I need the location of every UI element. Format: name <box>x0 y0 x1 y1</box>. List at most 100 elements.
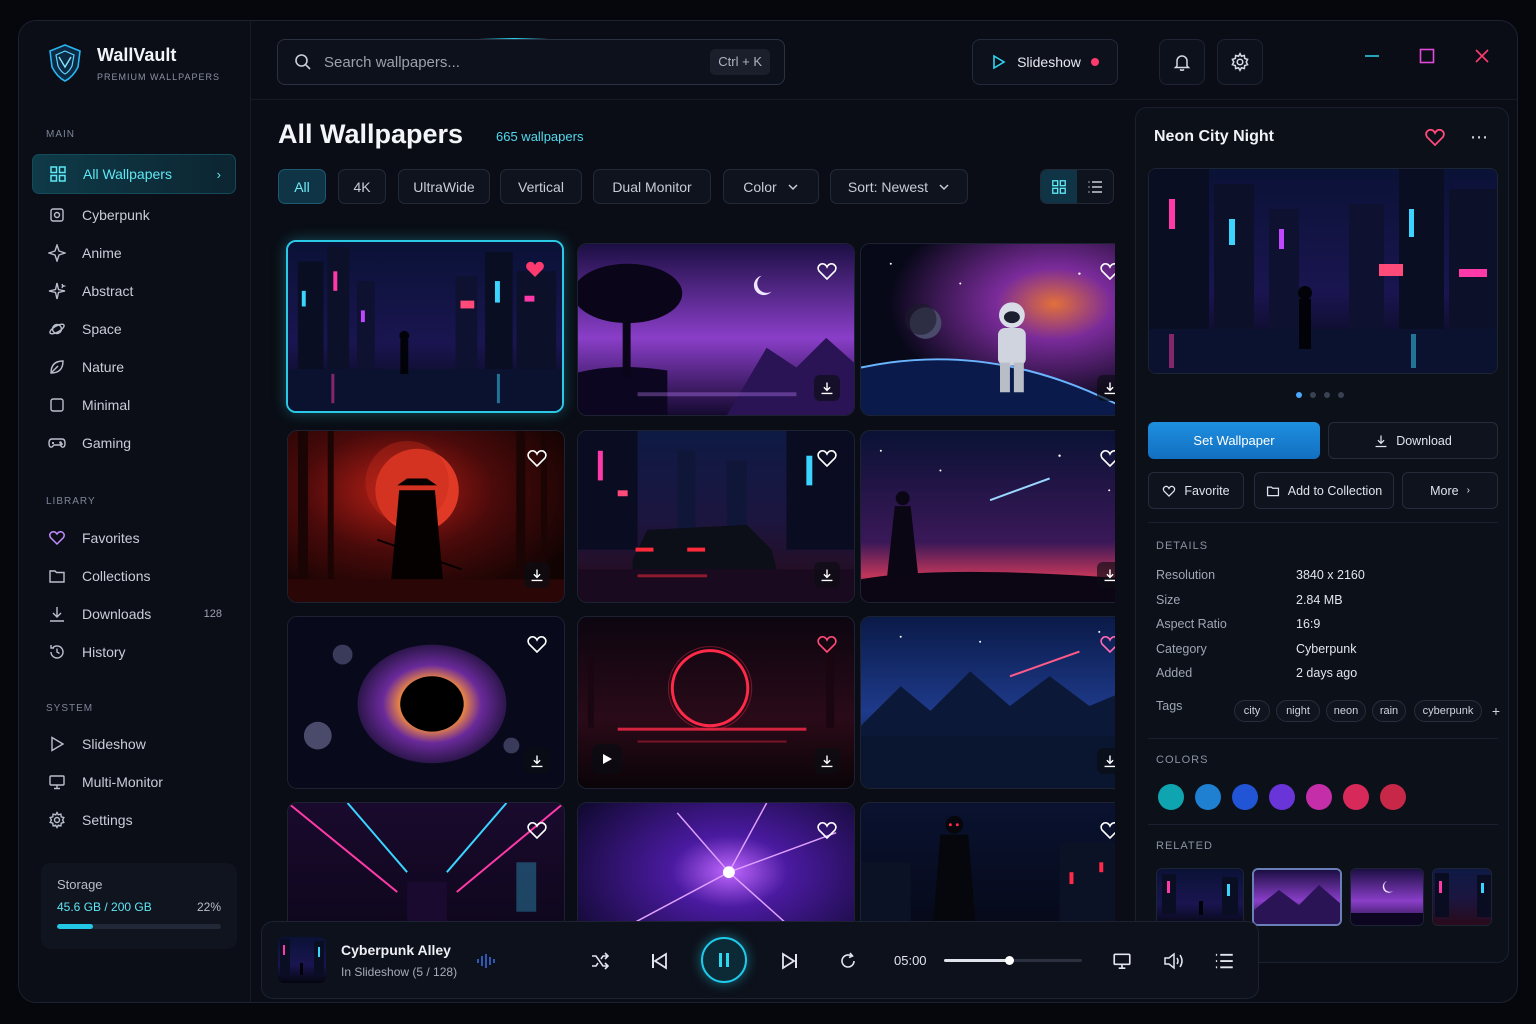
color-dropdown[interactable]: Color <box>723 169 819 204</box>
repeat-button[interactable] <box>833 946 863 976</box>
favorite-heart-icon[interactable] <box>1099 260 1115 282</box>
download-button[interactable] <box>1097 748 1115 774</box>
tag-chip[interactable]: rain <box>1372 700 1406 722</box>
notifications-button[interactable] <box>1159 39 1205 85</box>
favorite-heart-icon[interactable] <box>524 258 546 280</box>
color-swatch[interactable] <box>1158 784 1184 810</box>
wallpaper-card[interactable] <box>287 616 565 789</box>
sidebar-item-settings[interactable]: Settings <box>32 800 236 840</box>
sidebar-item-nature[interactable]: Nature <box>32 347 236 387</box>
color-swatch[interactable] <box>1343 784 1369 810</box>
favorite-button[interactable]: Favorite <box>1148 472 1244 509</box>
maximize-button[interactable] <box>1412 41 1442 71</box>
favorite-heart-icon[interactable] <box>816 260 838 282</box>
sidebar-item-minimal[interactable]: Minimal <box>32 385 236 425</box>
sidebar-item-all-wallpapers[interactable]: All Wallpapers › <box>32 154 236 194</box>
wallpaper-card[interactable] <box>287 430 565 603</box>
download-button[interactable] <box>814 748 840 774</box>
wallpaper-card[interactable] <box>860 616 1115 789</box>
favorite-heart-icon[interactable] <box>526 633 548 655</box>
grid-view-button[interactable] <box>1041 170 1077 203</box>
carousel-dot[interactable] <box>1338 392 1344 398</box>
tag-chip[interactable]: night <box>1276 700 1320 722</box>
wallpaper-card[interactable] <box>860 243 1115 416</box>
download-button[interactable] <box>524 748 550 774</box>
wallpaper-card[interactable] <box>860 802 1115 923</box>
sidebar-item-abstract[interactable]: Abstract <box>32 271 236 311</box>
pause-button[interactable] <box>701 937 747 983</box>
wallpaper-card[interactable] <box>577 616 855 789</box>
color-swatch[interactable] <box>1380 784 1406 810</box>
wallpaper-card[interactable] <box>577 430 855 603</box>
wallpaper-preview[interactable] <box>1148 168 1498 374</box>
wallpaper-card[interactable] <box>286 240 564 413</box>
filter-vertical[interactable]: Vertical <box>500 169 582 204</box>
more-button[interactable]: More › <box>1402 472 1498 509</box>
color-swatch[interactable] <box>1306 784 1332 810</box>
tag-chip[interactable]: cyberpunk <box>1414 700 1482 722</box>
sort-dropdown[interactable]: Sort: Newest <box>830 169 968 204</box>
set-wallpaper-button[interactable]: Set Wallpaper <box>1148 422 1320 459</box>
favorite-heart-icon[interactable] <box>816 633 838 655</box>
brand[interactable]: WallVault PREMIUM WALLPAPERS <box>47 43 220 83</box>
color-swatch[interactable] <box>1269 784 1295 810</box>
filter-4k[interactable]: 4K <box>338 169 386 204</box>
add-tag-button[interactable]: + <box>1488 700 1504 722</box>
sidebar-item-favorites[interactable]: Favorites <box>32 518 236 558</box>
tag-chip[interactable]: city <box>1234 700 1270 722</box>
related-thumbnail[interactable] <box>1156 868 1244 926</box>
now-playing-thumbnail[interactable] <box>278 937 326 983</box>
search-input[interactable] <box>324 53 684 71</box>
sidebar-item-anime[interactable]: Anime <box>32 233 236 273</box>
download-button[interactable] <box>1097 375 1115 401</box>
carousel-dot[interactable] <box>1296 392 1302 398</box>
search-bar[interactable]: Ctrl + K <box>277 39 785 85</box>
favorite-heart-icon[interactable] <box>816 819 838 841</box>
progress-slider[interactable] <box>944 956 1082 965</box>
progress-knob[interactable] <box>1004 956 1014 965</box>
sidebar-item-gaming[interactable]: Gaming <box>32 423 236 463</box>
favorite-heart-icon[interactable] <box>526 447 548 469</box>
wallpaper-card[interactable] <box>577 243 855 416</box>
related-thumbnail[interactable] <box>1350 868 1424 926</box>
sidebar-item-space[interactable]: Space <box>32 309 236 349</box>
favorite-heart-icon[interactable] <box>1099 819 1115 841</box>
related-thumbnail[interactable] <box>1432 868 1492 926</box>
filter-ultrawide[interactable]: UltraWide <box>398 169 490 204</box>
favorite-heart-icon[interactable] <box>1424 126 1446 148</box>
previous-button[interactable] <box>644 946 674 976</box>
favorite-heart-icon[interactable] <box>1099 633 1115 655</box>
download-button[interactable] <box>524 562 550 588</box>
sidebar-item-cyberpunk[interactable]: Cyberpunk <box>32 195 236 235</box>
sidebar-item-downloads[interactable]: Downloads 128 <box>32 594 236 634</box>
filter-dual-monitor[interactable]: Dual Monitor <box>593 169 711 204</box>
wallpaper-card[interactable] <box>577 802 855 923</box>
close-button[interactable] <box>1467 41 1497 71</box>
add-to-collection-button[interactable]: Add to Collection <box>1254 472 1394 509</box>
download-button[interactable] <box>814 562 840 588</box>
sidebar-item-collections[interactable]: Collections <box>32 556 236 596</box>
wallpaper-card[interactable] <box>287 802 565 923</box>
tag-chip[interactable]: neon <box>1326 700 1366 722</box>
filter-all[interactable]: All <box>278 169 326 204</box>
download-button[interactable] <box>1097 562 1115 588</box>
download-button[interactable] <box>814 375 840 401</box>
color-swatch[interactable] <box>1232 784 1258 810</box>
wallpaper-card[interactable] <box>860 430 1115 603</box>
settings-button[interactable] <box>1217 39 1263 85</box>
related-thumbnail[interactable] <box>1252 868 1342 926</box>
list-view-button[interactable] <box>1077 170 1113 203</box>
download-button[interactable]: Download <box>1328 422 1498 459</box>
next-button[interactable] <box>775 946 805 976</box>
carousel-dot[interactable] <box>1324 392 1330 398</box>
sidebar-item-slideshow[interactable]: Slideshow <box>32 724 236 764</box>
queue-button[interactable] <box>1209 946 1239 976</box>
favorite-heart-icon[interactable] <box>1099 447 1115 469</box>
favorite-heart-icon[interactable] <box>526 819 548 841</box>
minimize-button[interactable] <box>1357 41 1387 71</box>
carousel-dot[interactable] <box>1310 392 1316 398</box>
play-preview-button[interactable] <box>592 744 622 774</box>
color-swatch[interactable] <box>1195 784 1221 810</box>
volume-button[interactable] <box>1159 946 1189 976</box>
more-options-button[interactable]: ⋯ <box>1464 124 1494 150</box>
